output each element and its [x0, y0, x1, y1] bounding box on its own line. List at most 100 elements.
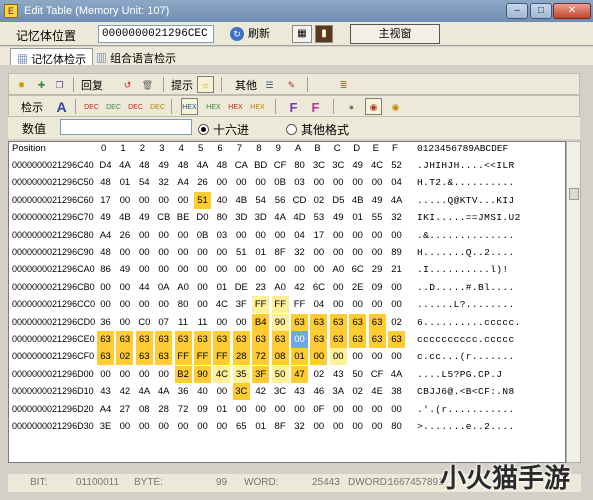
- hex-byte[interactable]: 01: [349, 209, 366, 226]
- hex-byte[interactable]: 49: [136, 209, 153, 226]
- hex-byte[interactable]: 00: [252, 227, 269, 244]
- hex-byte[interactable]: 56: [272, 192, 289, 209]
- hex-byte[interactable]: 00: [310, 418, 327, 435]
- hex-byte[interactable]: 00: [155, 296, 172, 313]
- hex-byte[interactable]: 00: [175, 244, 192, 261]
- tab-assembly-view[interactable]: ▥ 组合语言检示: [90, 48, 182, 65]
- hex-byte[interactable]: 72: [252, 348, 270, 366]
- hex-byte[interactable]: B2: [174, 365, 192, 383]
- hex-byte[interactable]: 00: [155, 244, 172, 261]
- hex-byte[interactable]: 01: [213, 279, 230, 296]
- hex-byte[interactable]: 4A: [194, 157, 211, 174]
- hex-byte[interactable]: 49: [116, 261, 133, 278]
- hex-byte[interactable]: 51: [233, 244, 250, 261]
- hex-byte[interactable]: 43: [330, 366, 347, 383]
- hex-byte[interactable]: 4B: [233, 192, 250, 209]
- hex-byte[interactable]: 00: [349, 244, 366, 261]
- hex-byte[interactable]: 4A: [116, 157, 133, 174]
- hex-byte[interactable]: 00: [213, 244, 230, 261]
- hex-byte[interactable]: 3F: [252, 365, 270, 383]
- hex-byte[interactable]: 49: [349, 157, 366, 174]
- hex-byte[interactable]: 00: [369, 244, 386, 261]
- hex-byte[interactable]: 00: [175, 418, 192, 435]
- hex-byte[interactable]: FF: [174, 348, 192, 366]
- hex-byte[interactable]: 40: [194, 383, 211, 400]
- hex-byte[interactable]: 4C: [369, 157, 386, 174]
- hex-byte[interactable]: 00: [116, 314, 133, 331]
- hex-byte[interactable]: 53: [310, 209, 327, 226]
- hex-byte[interactable]: 02: [310, 192, 327, 209]
- hex-byte[interactable]: 00: [116, 418, 133, 435]
- hex-byte[interactable]: 0B: [272, 174, 289, 191]
- hex-byte[interactable]: 00: [330, 227, 347, 244]
- hex-byte[interactable]: 00: [155, 192, 172, 209]
- hex-byte[interactable]: 00: [349, 401, 366, 418]
- hex-byte[interactable]: 72: [175, 401, 192, 418]
- hex-byte[interactable]: 00: [213, 261, 230, 278]
- address-input[interactable]: 0000000021296CEC: [98, 25, 214, 43]
- hex-byte[interactable]: FF: [252, 296, 270, 314]
- hex-byte[interactable]: 00: [330, 418, 347, 435]
- hex-byte[interactable]: 00: [329, 348, 347, 366]
- hex-byte[interactable]: 00: [136, 227, 153, 244]
- table-row[interactable]: 0000000021296CA0 86 49 00 00 00 00 00 00 00 00 00 00…: [9, 261, 565, 278]
- hex-byte[interactable]: 00: [310, 244, 327, 261]
- hex-byte[interactable]: C0: [136, 314, 153, 331]
- hex-byte[interactable]: 01: [252, 418, 269, 435]
- hex-byte[interactable]: 11: [194, 314, 211, 331]
- hex-byte[interactable]: 00: [116, 244, 133, 261]
- hex-byte[interactable]: 01: [252, 244, 269, 261]
- hex-byte[interactable]: 00: [175, 227, 192, 244]
- table-row[interactable]: 0000000021296C60 17 00 00 00 00 51 40 4B 54 56 CD 02…: [9, 191, 565, 209]
- hex-byte[interactable]: 52: [388, 157, 405, 174]
- hex-byte[interactable]: 28: [155, 401, 172, 418]
- hex-32bit-icon[interactable]: HEX: [227, 98, 244, 115]
- hex-byte[interactable]: 0B: [194, 227, 211, 244]
- hex-byte[interactable]: 23: [252, 279, 269, 296]
- hex-byte[interactable]: 63: [329, 313, 347, 331]
- hex-byte[interactable]: 00: [349, 227, 366, 244]
- font-f-icon[interactable]: F: [285, 98, 302, 115]
- hint-bulb-icon[interactable]: ☼: [197, 76, 214, 93]
- hex-byte[interactable]: 48: [175, 157, 192, 174]
- hex-byte[interactable]: 00: [97, 296, 114, 313]
- hex-byte[interactable]: 00: [349, 418, 366, 435]
- hex-byte[interactable]: 00: [272, 401, 289, 418]
- hex-byte[interactable]: 54: [252, 192, 269, 209]
- hex-byte[interactable]: 51: [194, 191, 211, 209]
- hex-byte[interactable]: 49: [155, 157, 172, 174]
- hex-byte[interactable]: 00: [116, 366, 133, 383]
- hex-byte[interactable]: 00: [136, 192, 153, 209]
- calc-button[interactable]: ▦: [292, 25, 312, 43]
- hex-byte[interactable]: 63: [135, 348, 153, 366]
- dec-8bit-icon[interactable]: DEC: [83, 98, 100, 115]
- table-row[interactable]: 0000000021296D20 A4 27 08 28 72 09 01 00 00 00 00 0F…: [9, 401, 565, 418]
- list-icon[interactable]: ☰: [261, 76, 278, 93]
- font-a-icon[interactable]: A: [53, 98, 70, 115]
- hex-byte[interactable]: 00: [330, 174, 347, 191]
- hex-byte[interactable]: 00: [369, 401, 386, 418]
- hex-byte[interactable]: 00: [136, 244, 153, 261]
- hex-byte[interactable]: 00: [369, 348, 386, 365]
- hex-byte[interactable]: 49: [97, 209, 114, 226]
- hex-byte[interactable]: 00: [252, 401, 269, 418]
- hex-byte[interactable]: 17: [97, 192, 114, 209]
- hex-byte[interactable]: 80: [291, 157, 308, 174]
- hex-byte[interactable]: FF: [291, 296, 308, 313]
- hex-byte[interactable]: BD: [252, 157, 269, 174]
- radio-other[interactable]: 其他格式: [286, 121, 349, 138]
- hex-byte[interactable]: 09: [369, 279, 386, 296]
- hex-byte[interactable]: A0: [272, 279, 289, 296]
- hex-byte[interactable]: 3E: [97, 418, 114, 435]
- hex-byte[interactable]: 00: [155, 227, 172, 244]
- maximize-button[interactable]: □: [530, 3, 552, 19]
- hex-byte[interactable]: 00: [310, 261, 327, 278]
- hex-byte[interactable]: A4: [175, 174, 192, 191]
- hex-byte[interactable]: 4A: [136, 383, 153, 400]
- hex-byte[interactable]: 3D: [252, 209, 269, 226]
- hex-byte[interactable]: 63: [194, 331, 211, 348]
- font-f2-icon[interactable]: F: [307, 98, 324, 115]
- hex-byte[interactable]: 00: [97, 366, 114, 383]
- hex-byte[interactable]: 42: [116, 383, 133, 400]
- hex-byte[interactable]: 89: [388, 244, 405, 261]
